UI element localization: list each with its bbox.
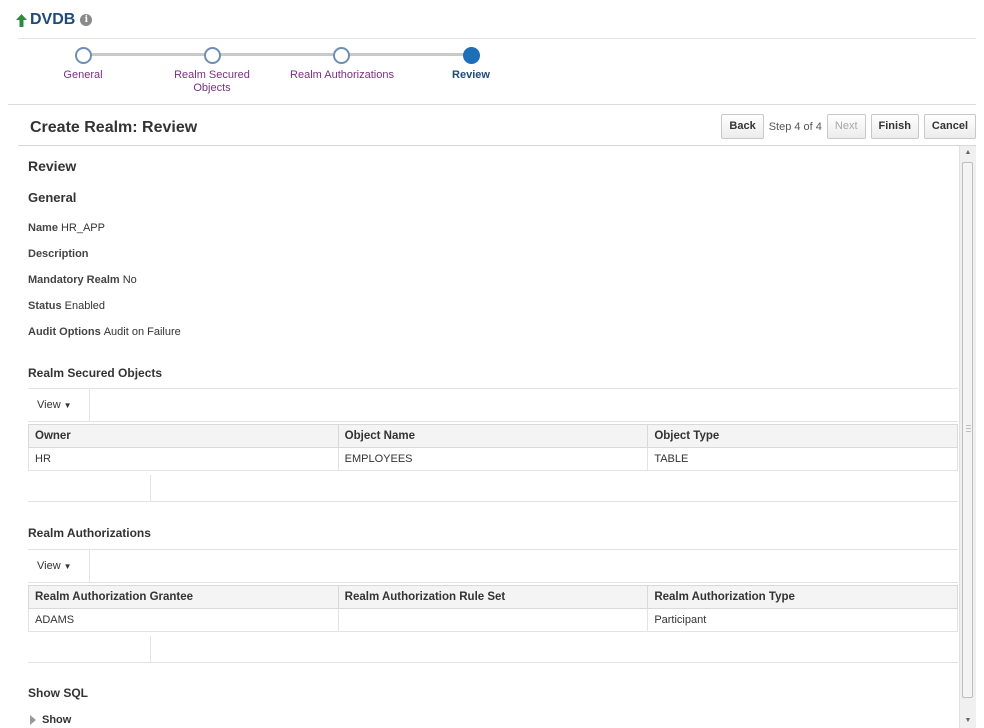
general-heading: General	[28, 190, 77, 205]
show-sql-toggle[interactable]: Show	[30, 714, 71, 726]
train-step-secured-objects-node[interactable]	[204, 47, 221, 64]
field-audit-options: Audit Options Audit on Failure	[28, 326, 181, 338]
vertical-scrollbar[interactable]: ▲ ─ ─ ─ ▼	[959, 146, 976, 728]
authorizations-footer	[28, 632, 958, 663]
step-indicator: Step 4 of 4	[768, 120, 822, 133]
authorizations-heading: Realm Authorizations	[28, 526, 151, 540]
secured-objects-table-panel: View ▼ Owner Object Name Object Type HR E…	[28, 388, 958, 502]
secured-objects-table: Owner Object Name Object Type HR EMPLOYE…	[28, 424, 958, 471]
field-mandatory-realm: Mandatory Realm No	[28, 274, 137, 286]
authorizations-table: Realm Authorization Grantee Realm Author…	[28, 585, 958, 632]
cell-rule-set	[337, 608, 649, 632]
page-title: Create Realm: Review	[30, 119, 198, 136]
secured-objects-toolbar: View ▼	[28, 388, 958, 422]
field-status-label: Status	[28, 300, 62, 312]
cancel-button[interactable]: Cancel	[923, 114, 976, 139]
field-status-value: Enabled	[64, 300, 105, 312]
info-icon[interactable]: i	[80, 14, 93, 26]
caret-down-icon: ▼	[63, 401, 72, 410]
table-row[interactable]: HR EMPLOYEES TABLE	[28, 447, 958, 471]
next-button[interactable]: Next	[826, 114, 866, 139]
secured-objects-heading: Realm Secured Objects	[28, 366, 163, 380]
secured-objects-view-menu[interactable]: View ▼	[28, 389, 90, 421]
train-divider	[8, 104, 976, 105]
wizard-train: General Realm Secured Objects Realm Auth…	[0, 44, 984, 104]
cell-grantee: ADAMS	[28, 608, 339, 632]
train-step-general[interactable]: General	[23, 69, 143, 82]
cell-object-type: TABLE	[647, 447, 958, 471]
footer-divider	[150, 475, 151, 501]
table-header-row: Realm Authorization Grantee Realm Author…	[28, 585, 958, 609]
review-content: Review General Name HR_APP Description Ma…	[18, 146, 958, 728]
authorizations-view-menu[interactable]: View ▼	[28, 550, 90, 582]
caret-down-icon: ▼	[63, 562, 72, 571]
train-step-authorizations-node[interactable]	[333, 47, 350, 64]
train-step-general-node[interactable]	[75, 47, 92, 64]
arrow-up-icon[interactable]	[16, 13, 27, 27]
field-mandatory-realm-label: Mandatory Realm	[28, 274, 120, 286]
wizard-buttons: Back Step 4 of 4 Next Finish Cancel	[716, 114, 976, 139]
table-header-row: Owner Object Name Object Type	[28, 424, 958, 448]
field-name: Name HR_APP	[28, 222, 105, 234]
scrollbar-thumb[interactable]: ─ ─ ─	[962, 162, 973, 698]
back-button[interactable]: Back	[721, 114, 764, 139]
scroll-down-arrow-icon[interactable]: ▼	[960, 714, 976, 728]
train-step-review: Review	[452, 69, 490, 81]
field-description: Description	[28, 248, 92, 260]
column-header-object-type[interactable]: Object Type	[647, 424, 958, 448]
show-sql-heading: Show SQL	[28, 686, 88, 700]
train-step-secured-objects[interactable]: Realm Secured Objects	[152, 69, 272, 95]
train-step-review-node	[463, 47, 480, 64]
field-status: Status Enabled	[28, 300, 105, 312]
train-step-authorizations[interactable]: Realm Authorizations	[282, 69, 402, 82]
scrollbar-grip-icon: ─ ─ ─	[966, 423, 971, 436]
field-name-label: Name	[28, 222, 58, 234]
secured-objects-footer	[28, 471, 958, 502]
show-sql-toggle-label: Show	[42, 714, 72, 726]
database-title[interactable]: DVDB	[30, 11, 75, 29]
column-header-grantee[interactable]: Realm Authorization Grantee	[28, 585, 339, 609]
header-divider	[18, 38, 976, 39]
table-row[interactable]: ADAMS Participant	[28, 608, 958, 632]
train-track	[84, 53, 474, 56]
cell-object-name: EMPLOYEES	[337, 447, 649, 471]
column-header-owner[interactable]: Owner	[28, 424, 339, 448]
footer-divider	[150, 636, 151, 662]
cell-owner: HR	[28, 447, 339, 471]
expand-triangle-icon	[30, 715, 36, 725]
finish-button[interactable]: Finish	[870, 114, 919, 139]
cell-auth-type: Participant	[647, 608, 958, 632]
field-description-label: Description	[28, 248, 89, 260]
authorizations-toolbar: View ▼	[28, 549, 958, 583]
field-audit-options-value: Audit on Failure	[103, 326, 181, 338]
app-header: DVDB i	[16, 11, 93, 29]
view-menu-label: View	[37, 399, 61, 411]
authorizations-table-panel: View ▼ Realm Authorization Grantee Realm …	[28, 549, 958, 663]
column-header-rule-set[interactable]: Realm Authorization Rule Set	[337, 585, 649, 609]
page-title-bar: Create Realm: Review Back Step 4 of 4 Ne…	[18, 111, 976, 146]
create-realm-wizard: DVDB i General Realm Secured Objects Rea…	[0, 0, 984, 728]
view-menu-label: View	[37, 560, 61, 572]
field-name-value: HR_APP	[60, 222, 105, 234]
review-heading: Review	[28, 158, 77, 174]
column-header-object-name[interactable]: Object Name	[337, 424, 649, 448]
field-mandatory-realm-value: No	[122, 274, 137, 286]
field-audit-options-label: Audit Options	[28, 326, 101, 338]
column-header-auth-type[interactable]: Realm Authorization Type	[647, 585, 958, 609]
scroll-up-arrow-icon[interactable]: ▲	[960, 146, 976, 160]
